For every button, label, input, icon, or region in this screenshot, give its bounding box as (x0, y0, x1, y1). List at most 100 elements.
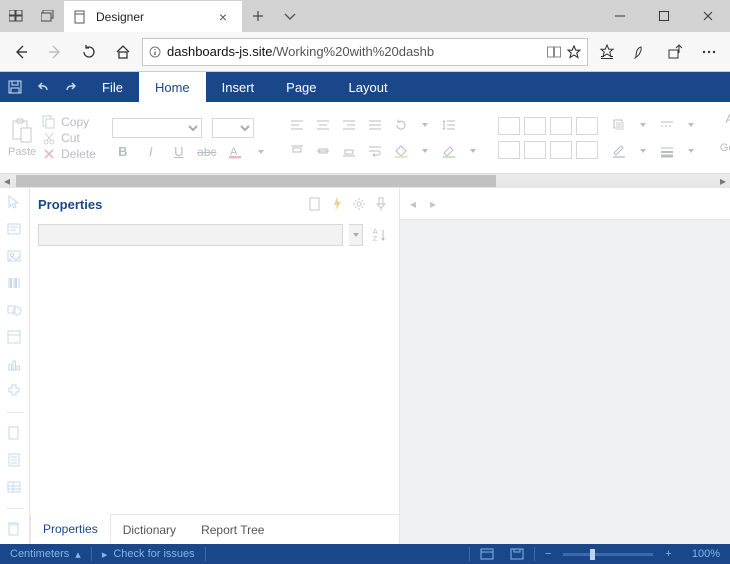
panel-events-icon[interactable] (327, 194, 347, 214)
border-color-icon[interactable] (608, 141, 630, 161)
paste-button[interactable]: Paste (8, 118, 36, 158)
italic-icon[interactable]: I (140, 142, 162, 162)
fill-color-icon[interactable] (390, 141, 412, 161)
menu-tab-home[interactable]: Home (139, 72, 206, 102)
zoom-thumb[interactable] (590, 549, 595, 560)
reading-view-icon[interactable] (547, 46, 561, 58)
border-outside-icon[interactable] (550, 117, 572, 135)
nav-back-button[interactable] (6, 37, 36, 67)
redo-icon[interactable] (62, 78, 80, 96)
copy-button[interactable]: Copy (42, 115, 96, 129)
border-top-icon[interactable] (524, 141, 546, 159)
tool-shape-icon[interactable] (6, 302, 24, 319)
save-icon[interactable] (6, 78, 24, 96)
cut-button[interactable]: Cut (42, 131, 96, 145)
favorites-list-icon[interactable] (592, 37, 622, 67)
scroll-thumb[interactable] (16, 175, 496, 187)
nav-forward-button[interactable] (40, 37, 70, 67)
tool-table-icon[interactable] (6, 479, 24, 496)
new-tab-button[interactable] (242, 0, 274, 32)
tab-close-icon[interactable]: × (214, 9, 232, 25)
border-none-icon[interactable] (524, 117, 546, 135)
font-color-dropdown-icon[interactable] (252, 142, 270, 162)
font-color-icon[interactable]: A (224, 142, 246, 162)
horizontal-scrollbar[interactable]: ◂ ▸ (0, 174, 730, 188)
window-minimize-button[interactable] (598, 0, 642, 32)
panel-tab-properties[interactable]: Properties (30, 514, 111, 544)
menu-tab-insert[interactable]: Insert (206, 72, 271, 102)
rotate-icon[interactable] (390, 115, 412, 135)
tab-new-window-icon[interactable] (32, 0, 64, 32)
tool-panel-icon[interactable] (6, 329, 24, 346)
valign-top-icon[interactable] (286, 141, 308, 161)
shadow-icon[interactable] (608, 115, 630, 135)
browser-tab[interactable]: Designer × (64, 0, 242, 32)
bold-icon[interactable]: B (112, 142, 134, 162)
panel-settings-icon[interactable] (349, 194, 369, 214)
tool-component-icon[interactable] (6, 383, 24, 400)
property-sort-icon[interactable]: AZ (369, 224, 391, 246)
shadow-dropdown-icon[interactable] (634, 115, 652, 135)
valign-middle-icon[interactable] (312, 141, 334, 161)
design-canvas[interactable]: ◂ ▸ (400, 188, 730, 544)
valign-bottom-icon[interactable] (338, 141, 360, 161)
align-center-icon[interactable] (312, 115, 334, 135)
tool-barcode-icon[interactable] (6, 275, 24, 292)
align-left-icon[interactable] (286, 115, 308, 135)
canvas-prev-icon[interactable]: ◂ (410, 197, 416, 211)
menu-tab-page[interactable]: Page (270, 72, 332, 102)
border-left-icon[interactable] (550, 141, 572, 159)
tab-preview-icon[interactable] (0, 0, 32, 32)
border-right-icon[interactable] (576, 141, 598, 159)
property-filter-dropdown[interactable] (349, 224, 363, 246)
rotate-dropdown-icon[interactable] (416, 115, 434, 135)
font-name-select[interactable] (112, 118, 202, 138)
status-check-issues[interactable]: ▸ Check for issues (92, 548, 205, 561)
highlight-dropdown-icon[interactable] (464, 141, 482, 161)
line-spacing-icon[interactable] (438, 115, 460, 135)
ribbon-styles-group[interactable]: ABC 123 General ▾ (708, 102, 730, 173)
canvas-next-icon[interactable]: ▸ (430, 197, 436, 211)
align-justify-icon[interactable] (364, 115, 386, 135)
favorite-icon[interactable] (567, 45, 581, 59)
tool-list-icon[interactable] (6, 452, 24, 469)
border-bottom-icon[interactable] (498, 141, 520, 159)
more-icon[interactable] (694, 37, 724, 67)
notes-icon[interactable] (626, 37, 656, 67)
tab-menu-icon[interactable] (274, 0, 306, 32)
strikethrough-icon[interactable]: abc (196, 142, 218, 162)
tool-subreport-icon[interactable] (6, 521, 24, 538)
align-right-icon[interactable] (338, 115, 360, 135)
panel-pin-icon[interactable] (371, 194, 391, 214)
border-inside-icon[interactable] (576, 117, 598, 135)
tool-cursor-icon[interactable] (6, 194, 24, 211)
window-maximize-button[interactable] (642, 0, 686, 32)
panel-tab-dictionary[interactable]: Dictionary (111, 515, 189, 544)
tool-image-icon[interactable] (6, 248, 24, 265)
scroll-right-icon[interactable]: ▸ (716, 174, 730, 188)
window-close-button[interactable] (686, 0, 730, 32)
border-all-icon[interactable] (498, 117, 520, 135)
share-icon[interactable] (660, 37, 690, 67)
tool-text-icon[interactable] (6, 221, 24, 238)
site-info-icon[interactable] (149, 46, 161, 58)
zoom-slider[interactable] (563, 553, 653, 556)
status-units[interactable]: Centimeters ▴ (0, 548, 91, 561)
tool-page-icon[interactable] (6, 425, 24, 442)
property-filter-input[interactable] (38, 224, 343, 246)
nav-refresh-button[interactable] (74, 37, 104, 67)
nav-home-button[interactable] (108, 37, 138, 67)
url-input[interactable]: dashboards-js.site/Working%20with%20dash… (142, 38, 588, 66)
underline-icon[interactable]: U (168, 142, 190, 162)
menu-tab-file[interactable]: File (86, 72, 139, 102)
border-width-icon[interactable] (656, 141, 678, 161)
wrap-text-icon[interactable] (364, 141, 386, 161)
font-size-select[interactable] (212, 118, 254, 138)
border-style-icon[interactable] (656, 115, 678, 135)
tool-chart-icon[interactable] (6, 356, 24, 373)
border-color-dropdown-icon[interactable] (634, 141, 652, 161)
panel-doc-icon[interactable] (305, 194, 325, 214)
border-style-dropdown-icon[interactable] (682, 115, 700, 135)
highlight-icon[interactable] (438, 141, 460, 161)
scroll-left-icon[interactable]: ◂ (0, 174, 14, 188)
